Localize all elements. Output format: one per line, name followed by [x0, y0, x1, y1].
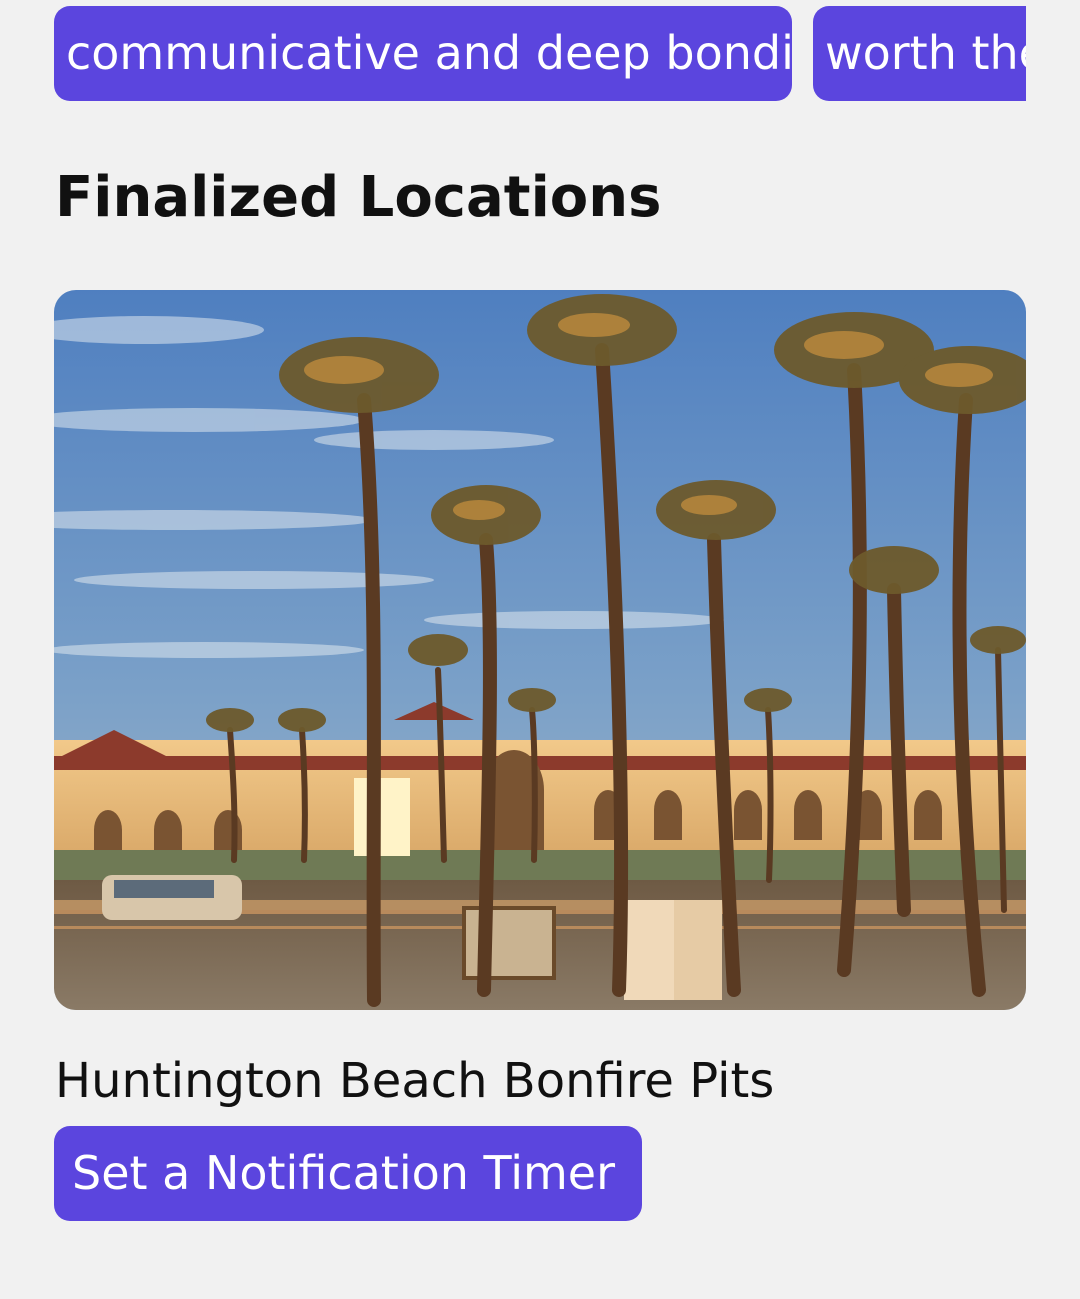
location-name: Huntington Beach Bonfire Pits [55, 1053, 775, 1109]
tag-chip[interactable]: worth the [813, 6, 1026, 101]
set-notification-timer-button[interactable]: Set a Notification Timer [54, 1126, 642, 1221]
location-photo [54, 290, 1026, 1010]
section-title: Finalized Locations [55, 165, 662, 230]
tag-chip[interactable]: communicative and deep bonding [54, 6, 792, 101]
location-photo-carousel[interactable] [54, 290, 1026, 1010]
tag-row: communicative and deep bonding worth the [54, 6, 1026, 101]
